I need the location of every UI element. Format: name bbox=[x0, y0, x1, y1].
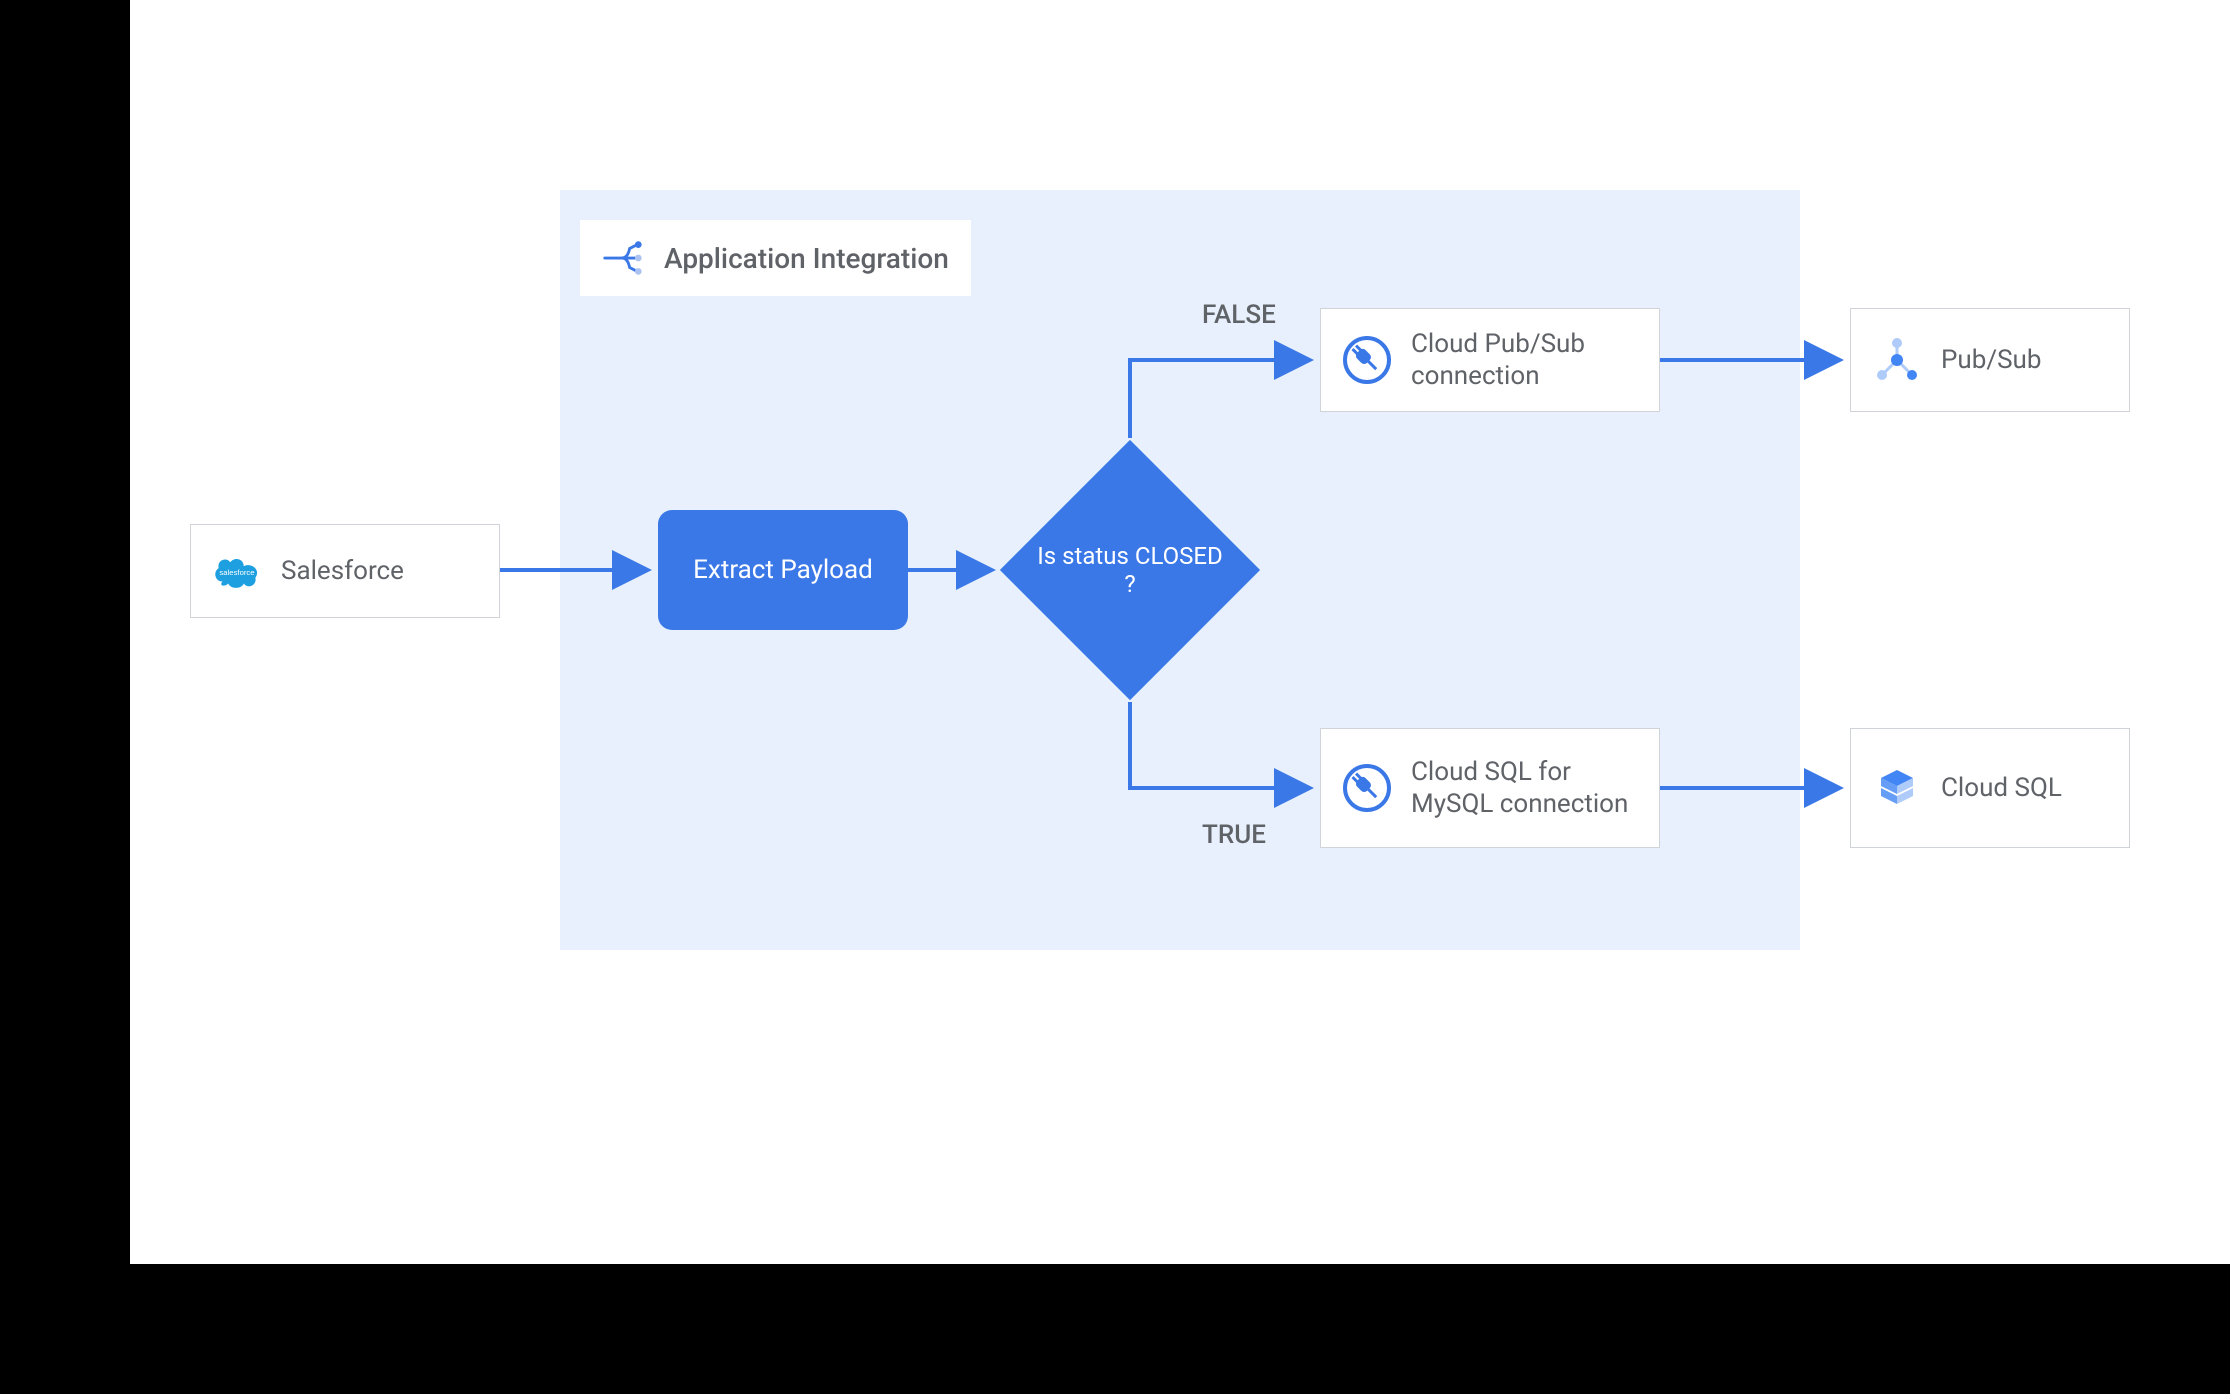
node-label: Is status CLOSED ? bbox=[1000, 440, 1260, 700]
edge-label-false: FALSE bbox=[1202, 300, 1276, 330]
salesforce-cloud-icon: salesforce bbox=[209, 543, 265, 599]
edge-label-true: TRUE bbox=[1202, 820, 1266, 850]
node-pubsub-connection: Cloud Pub/Sub connection bbox=[1320, 308, 1660, 412]
diagram-canvas: Application Integration salesforce Sales… bbox=[130, 0, 2230, 1264]
svg-text:salesforce: salesforce bbox=[219, 568, 254, 577]
bottom-black-margin bbox=[0, 1264, 2230, 1394]
node-salesforce: salesforce Salesforce bbox=[190, 524, 500, 618]
node-label: Pub/Sub bbox=[1941, 344, 2041, 377]
node-decision: Is status CLOSED ? bbox=[1000, 440, 1260, 700]
node-extract-payload: Extract Payload bbox=[658, 510, 908, 630]
node-pubsub: Pub/Sub bbox=[1850, 308, 2130, 412]
node-label: Cloud SQL bbox=[1941, 772, 2062, 805]
node-cloudsql: Cloud SQL bbox=[1850, 728, 2130, 848]
node-label: Salesforce bbox=[281, 555, 404, 588]
node-label: Cloud SQL for MySQL connection bbox=[1411, 756, 1641, 821]
node-cloudsql-connection: Cloud SQL for MySQL connection bbox=[1320, 728, 1660, 848]
cloud-sql-icon bbox=[1869, 760, 1925, 816]
connector-plug-icon bbox=[1339, 760, 1395, 816]
left-black-margin bbox=[0, 0, 130, 1394]
panel-title-text: Application Integration bbox=[664, 242, 949, 275]
connector-plug-icon bbox=[1339, 332, 1395, 388]
node-label: Extract Payload bbox=[693, 555, 873, 585]
pubsub-icon bbox=[1869, 332, 1925, 388]
panel-title-box: Application Integration bbox=[580, 220, 971, 296]
node-label: Cloud Pub/Sub connection bbox=[1411, 328, 1641, 393]
application-integration-icon bbox=[594, 230, 650, 286]
